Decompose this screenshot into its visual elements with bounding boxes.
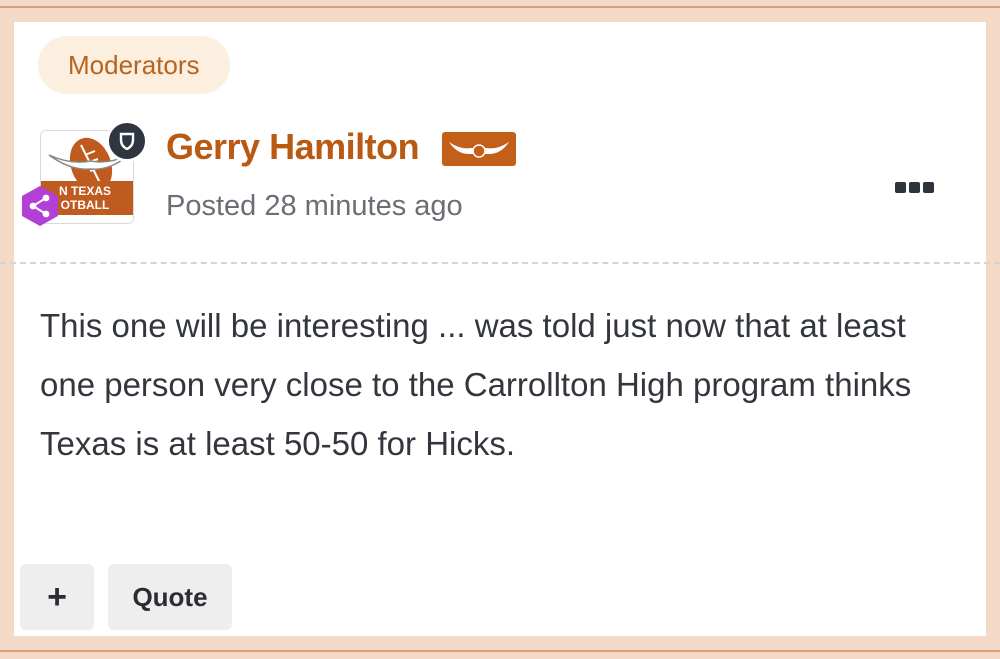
role-badge[interactable]: Moderators: [38, 36, 230, 94]
more-horizontal-icon: [922, 181, 934, 193]
more-horizontal-icon: [894, 181, 906, 193]
post-timestamp[interactable]: Posted 28 minutes ago: [166, 190, 463, 223]
og-longhorn-badge-icon: [442, 132, 516, 166]
post-divider: [0, 262, 1000, 264]
quote-button[interactable]: Quote: [108, 564, 232, 630]
frame-bottom-border: [0, 650, 1000, 652]
forum-post-card: Moderators N TEXAS OTBALL Gerry Hamilton…: [0, 22, 1000, 636]
shield-icon: [106, 120, 148, 162]
page-frame: Moderators N TEXAS OTBALL Gerry Hamilton…: [0, 0, 1000, 659]
react-button[interactable]: +: [20, 564, 94, 630]
author-name[interactable]: Gerry Hamilton: [166, 126, 420, 168]
more-horizontal-icon: [908, 181, 920, 193]
post-body: This one will be interesting ... was tol…: [40, 307, 912, 462]
more-options-button[interactable]: [886, 172, 942, 202]
share-icon: [18, 184, 62, 228]
avatar-text-top: N TEXAS: [59, 184, 111, 198]
frame-top-border: [0, 6, 1000, 8]
avatar-text-bottom: OTBALL: [61, 198, 110, 212]
